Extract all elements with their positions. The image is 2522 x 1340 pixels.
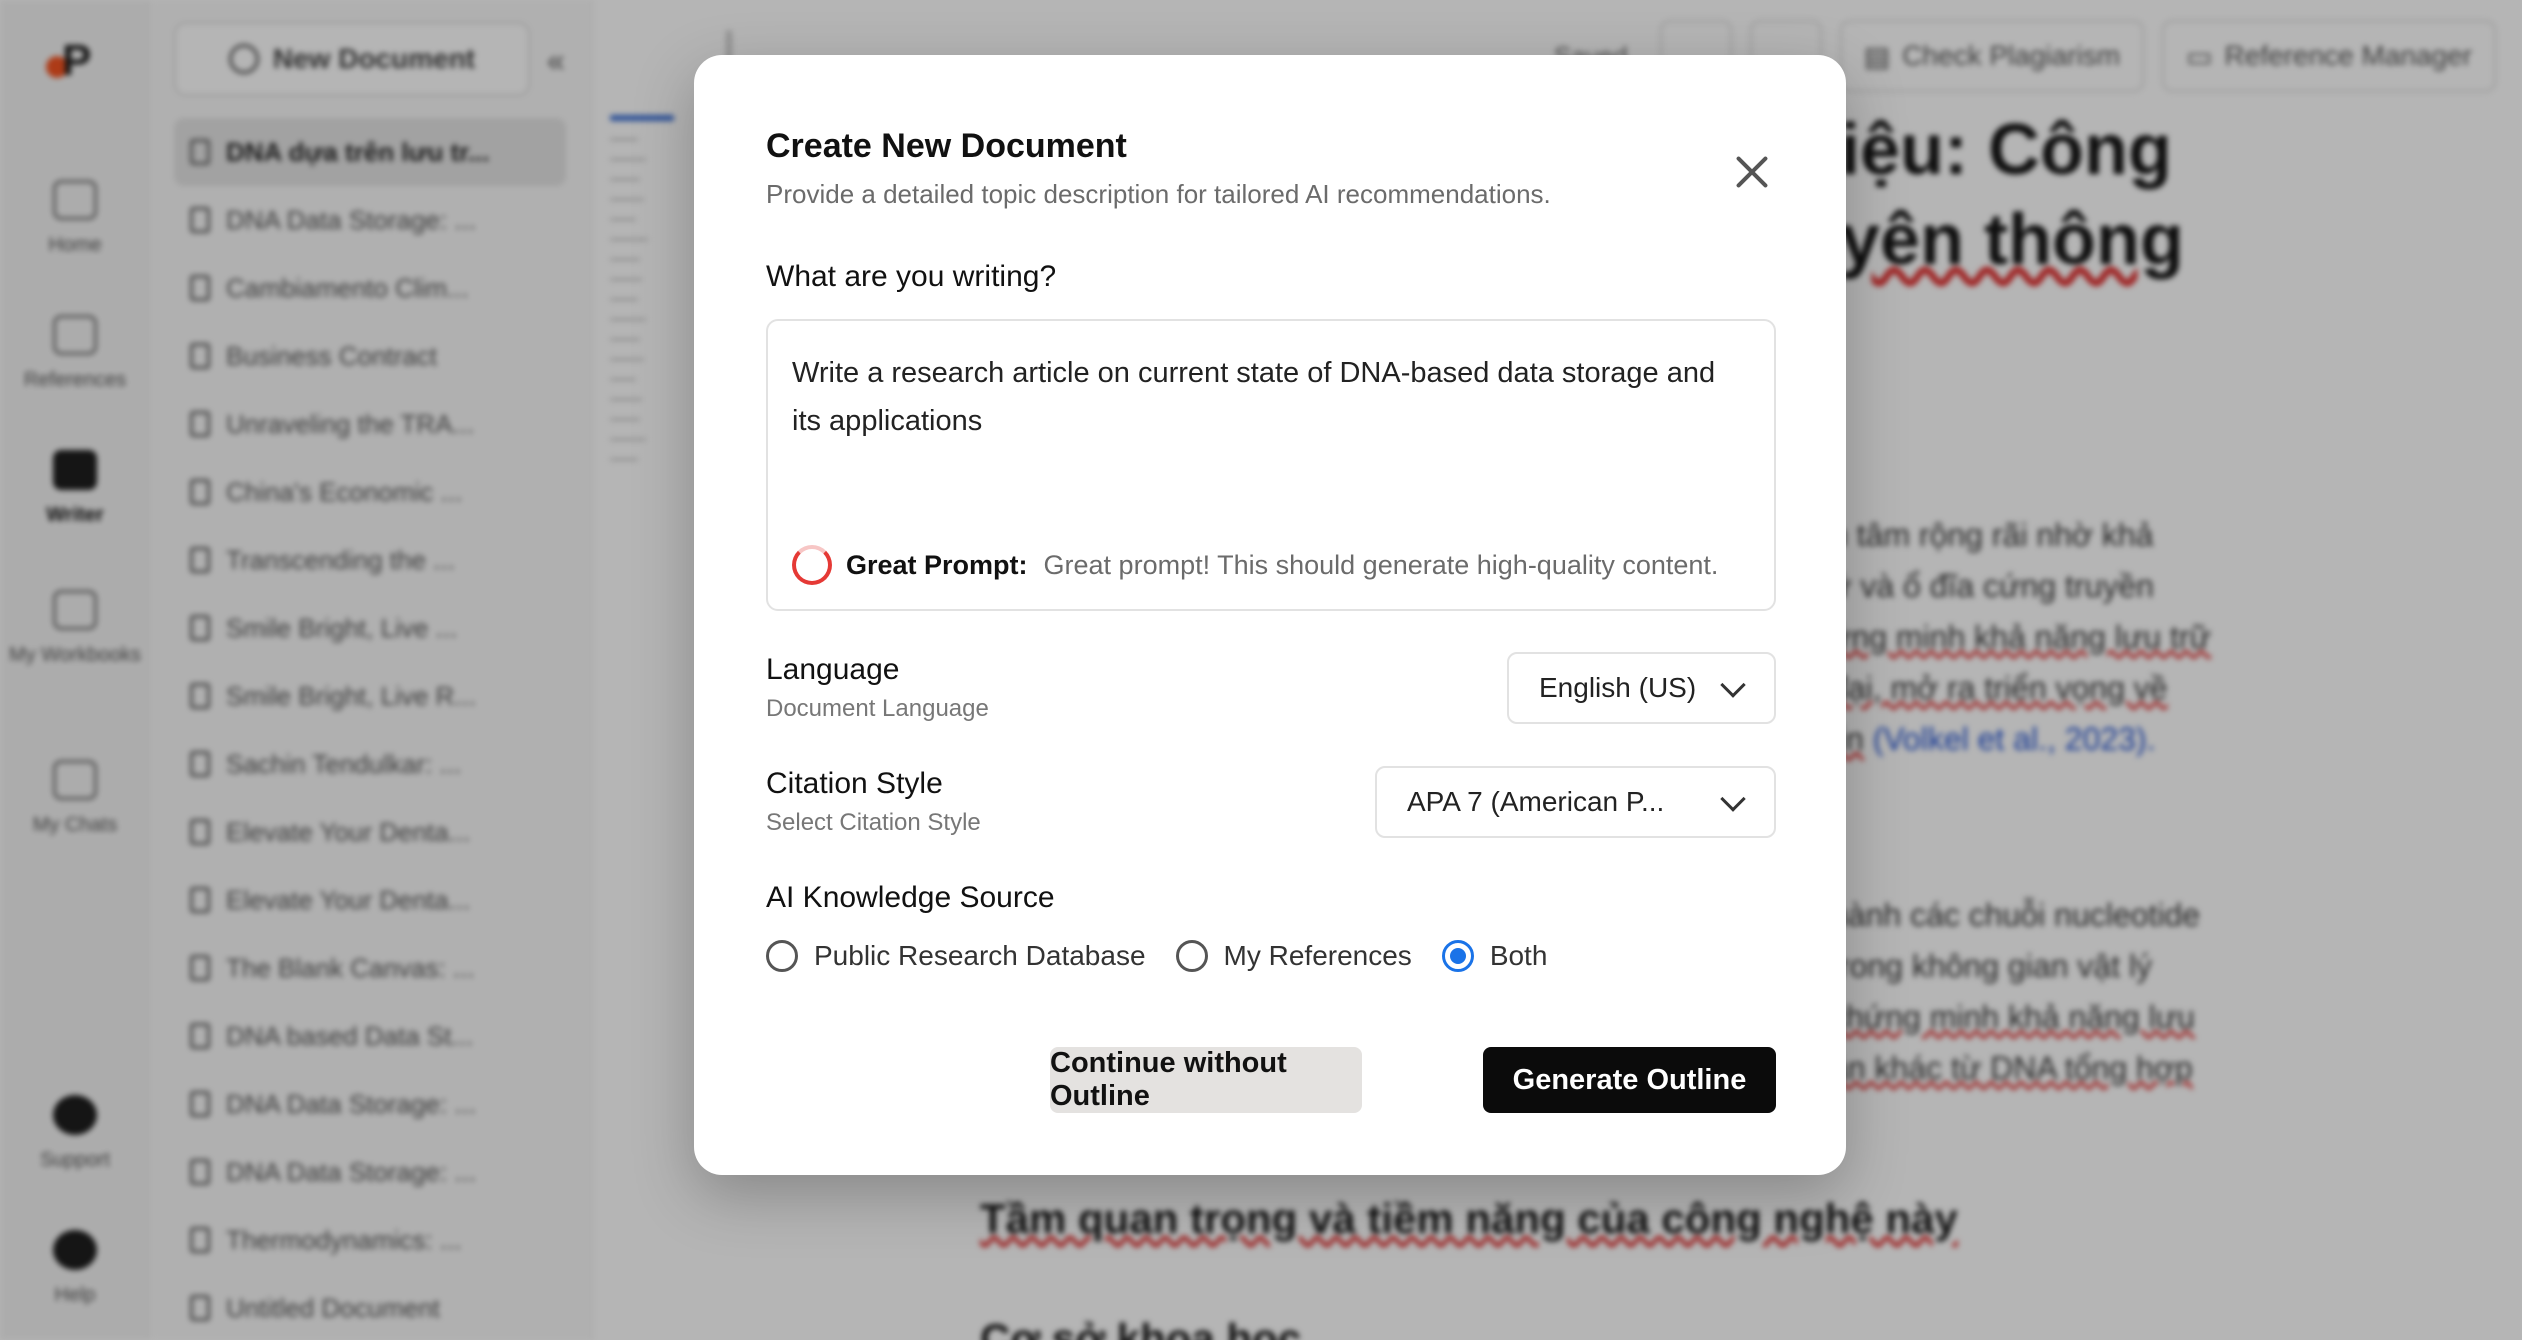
chevron-down-icon [1720, 786, 1746, 812]
radio-label: My References [1223, 940, 1412, 971]
radio-label: Both [1489, 940, 1548, 971]
prompt-label: What are you writing? [766, 260, 1057, 293]
citation-style-sublabel: Select Citation Style [766, 809, 981, 836]
citation-style-select[interactable]: APA 7 (American P... [1375, 766, 1776, 838]
language-sublabel: Document Language [766, 695, 989, 722]
close-icon[interactable] [1728, 147, 1778, 197]
citation-style-label: Citation Style [766, 767, 943, 800]
citation-style-value: APA 7 (American P... [1407, 786, 1665, 817]
quality-message: Great prompt! This should generate high-… [1043, 549, 1719, 580]
radio-both[interactable]: Both [1441, 940, 1548, 972]
create-document-dialog: Create New Document Provide a detailed t… [694, 55, 1846, 1175]
chevron-down-icon [1720, 672, 1746, 698]
radio-circle[interactable] [1175, 940, 1208, 972]
radio-my-references[interactable]: My References [1175, 940, 1412, 972]
radio-circle-selected[interactable] [1441, 940, 1474, 972]
generate-outline-button[interactable]: Generate Outline [1483, 1047, 1776, 1113]
prompt-input[interactable]: Write a research article on current stat… [792, 349, 1752, 459]
language-select[interactable]: English (US) [1507, 652, 1776, 724]
dialog-title: Create New Document [766, 127, 1127, 165]
language-label: Language [766, 653, 900, 686]
prompt-field[interactable]: Write a research article on current stat… [766, 319, 1776, 611]
prompt-quality: Great Prompt: Great prompt! This should … [792, 545, 1718, 585]
radio-public-research-database[interactable]: Public Research Database [766, 940, 1146, 972]
continue-without-outline-button[interactable]: Continue without Outline [1050, 1047, 1362, 1113]
quality-ring-icon [792, 545, 832, 585]
radio-circle[interactable] [766, 940, 798, 972]
dialog-subtitle: Provide a detailed topic description for… [766, 179, 1551, 209]
radio-label: Public Research Database [814, 940, 1146, 971]
knowledge-source-radio-group: Public Research Database My References B… [766, 940, 1547, 972]
language-value: English (US) [1539, 672, 1697, 703]
knowledge-source-label: AI Knowledge Source [766, 881, 1055, 914]
quality-label: Great Prompt: [846, 549, 1028, 580]
